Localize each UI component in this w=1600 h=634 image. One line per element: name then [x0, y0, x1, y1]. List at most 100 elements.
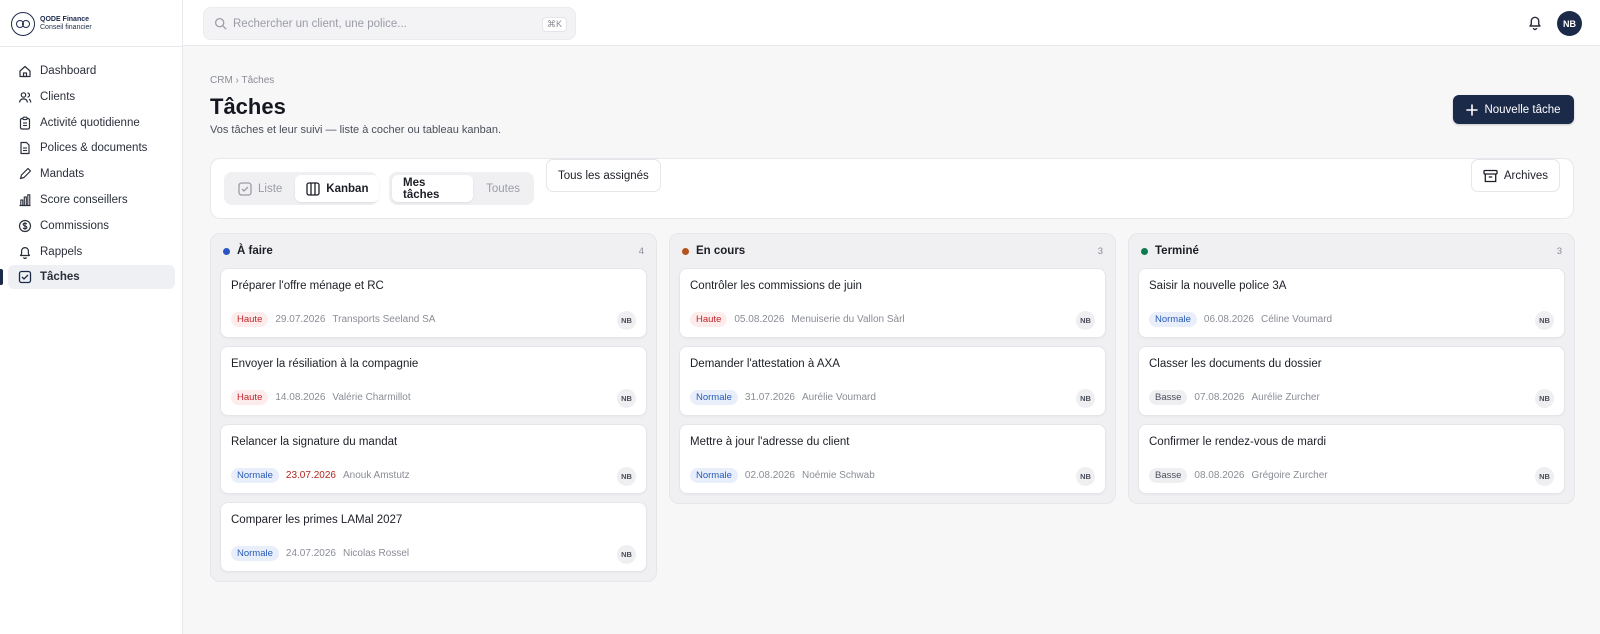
priority-badge: Normale — [690, 390, 738, 405]
task-title: Mettre à jour l'adresse du client — [690, 436, 850, 448]
clipboard-icon — [18, 116, 32, 130]
sidebar-item-label: Score conseillers — [40, 193, 128, 206]
task-title: Envoyer la résiliation à la compagnie — [231, 358, 419, 370]
bell-icon — [18, 245, 32, 259]
sidebar-item-home[interactable]: Dashboard — [8, 59, 175, 83]
brand-name: QODE Finance — [40, 16, 90, 23]
status-dot-icon — [682, 247, 689, 255]
sidebar-item-bar-chart[interactable]: Score conseillers — [8, 188, 175, 212]
sidebar-item-dollar[interactable]: Commissions — [8, 214, 175, 238]
task-card[interactable]: Demander l'attestation à AXA Normale 31.07… — [679, 346, 1106, 416]
archive-box-icon — [1483, 169, 1498, 182]
notifications-bell-icon[interactable] — [1527, 14, 1543, 36]
search-shortcut: ⌘K — [541, 17, 567, 32]
status-dot-icon — [1141, 247, 1148, 255]
client-name: Transports Seeland SA — [332, 314, 436, 325]
column-header: Terminé 3 — [1129, 234, 1574, 268]
page-title: Tâches — [210, 94, 286, 119]
priority-badge: Normale — [231, 546, 279, 561]
task-card[interactable]: Préparer l'offre ménage et RC Haute 29.07.… — [220, 268, 647, 338]
sidebar-item-users[interactable]: Clients — [8, 85, 175, 109]
task-title: Contrôler les commissions de juin — [690, 280, 862, 292]
search-icon — [214, 17, 227, 30]
view-kanban-button[interactable]: Kanban — [295, 175, 380, 202]
assignee-avatar: NB — [1076, 389, 1095, 408]
client-name: Aurélie Voumard — [801, 392, 876, 403]
view-toggle: Liste Kanban — [224, 172, 380, 205]
assignee-avatar: NB — [617, 389, 636, 408]
sidebar-item-checkbox[interactable]: Tâches — [0, 265, 175, 290]
task-card[interactable]: Relancer la signature du mandat Normale 23… — [220, 424, 647, 494]
assignee-avatar: NB — [617, 467, 636, 486]
task-card[interactable]: Confirmer le rendez-vous de mardi Basse 08… — [1138, 424, 1565, 494]
task-title: Comparer les primes LAMal 2027 — [231, 514, 403, 526]
client-name: Céline Voumard — [1260, 314, 1333, 325]
due-date: 31.07.2026 — [744, 392, 795, 403]
scope-mine-button[interactable]: Mes tâches — [392, 175, 474, 202]
new-task-button[interactable]: Nouvelle tâche — [1453, 95, 1574, 124]
priority-badge: Normale — [1149, 312, 1197, 327]
document-icon — [18, 141, 32, 155]
priority-badge: Basse — [1149, 390, 1188, 405]
column-count: 3 — [1556, 245, 1562, 257]
priority-badge: Haute — [231, 390, 269, 405]
sidebar-item-clipboard[interactable]: Activité quotidienne — [8, 111, 175, 135]
task-card[interactable]: Saisir la nouvelle police 3A Normale 06.08… — [1138, 268, 1565, 338]
scope-all-button[interactable]: Toutes — [475, 175, 531, 202]
topbar: Rechercher un client, une police... ⌘K N… — [183, 0, 1600, 46]
priority-badge: Haute — [690, 312, 728, 327]
task-title: Saisir la nouvelle police 3A — [1149, 280, 1287, 292]
kanban-column: À faire 4 Préparer l'offre ménage et RC Hau… — [210, 233, 657, 582]
kanban-column: Terminé 3 Saisir la nouvelle police 3A Norm… — [1128, 233, 1575, 504]
task-card[interactable]: Envoyer la résiliation à la compagnie Hau… — [220, 346, 647, 416]
assignee-avatar: NB — [617, 545, 636, 564]
priority-badge: Basse — [1149, 468, 1188, 483]
archives-label: Archives — [1503, 169, 1548, 182]
column-count: 3 — [1097, 245, 1103, 257]
archives-button[interactable]: Archives — [1470, 159, 1560, 192]
task-card[interactable]: Classer les documents du dossier Basse 07.… — [1138, 346, 1565, 416]
checkbox-icon — [238, 181, 252, 196]
sidebar-item-document[interactable]: Polices & documents — [8, 136, 175, 160]
due-date: 08.08.2026 — [1194, 470, 1245, 481]
sidebar-item-bell[interactable]: Rappels — [8, 240, 175, 264]
sidebar-item-label: Polices & documents — [40, 142, 148, 155]
sidebar-item-label: Clients — [40, 90, 76, 103]
new-task-label: Nouvelle tâche — [1484, 103, 1561, 116]
filter-toolbar: Liste Kanban Mes tâches Toutes Tous les … — [210, 158, 1574, 219]
home-icon — [18, 64, 32, 78]
user-avatar[interactable]: NB — [1557, 11, 1582, 36]
logo-icon — [11, 12, 35, 36]
search-input[interactable]: Rechercher un client, une police... ⌘K — [203, 7, 576, 40]
view-list-button[interactable]: Liste — [227, 175, 293, 202]
sidebar-item-pen[interactable]: Mandats — [8, 162, 175, 186]
kanban-columns-icon — [306, 181, 320, 196]
due-date: 29.07.2026 — [275, 314, 326, 325]
client-name: Anouk Amstutz — [342, 470, 410, 481]
scope-toggle: Mes tâches Toutes — [389, 172, 534, 205]
priority-badge: Normale — [690, 468, 738, 483]
due-date: 14.08.2026 — [275, 392, 326, 403]
brand-logo[interactable]: QODE Finance Conseil financier — [11, 12, 92, 36]
plus-icon — [1466, 103, 1479, 116]
assignee-filter-button[interactable]: Tous les assignés — [546, 159, 661, 192]
view-kanban-label: Kanban — [326, 182, 369, 195]
breadcrumb: CRM › Tâches — [210, 75, 275, 86]
task-card[interactable]: Mettre à jour l'adresse du client Normale… — [679, 424, 1106, 494]
task-card[interactable]: Comparer les primes LAMal 2027 Normale 24.… — [220, 502, 647, 572]
assignee-avatar: NB — [617, 311, 636, 330]
column-title: À faire — [237, 245, 273, 257]
task-title: Confirmer le rendez-vous de mardi — [1149, 436, 1327, 448]
search-placeholder: Rechercher un client, une police... — [233, 17, 407, 30]
sidebar-item-label: Rappels — [40, 245, 83, 258]
client-name: Aurélie Zurcher — [1251, 392, 1320, 403]
sidebar: QODE Finance Conseil financier Dashboard… — [0, 0, 183, 634]
assignee-avatar: NB — [1535, 389, 1554, 408]
column-count: 4 — [638, 245, 644, 257]
dollar-icon — [18, 219, 32, 233]
bar-chart-icon — [18, 193, 32, 207]
sidebar-item-label: Activité quotidienne — [40, 116, 140, 129]
due-date: 06.08.2026 — [1203, 314, 1254, 325]
task-card[interactable]: Contrôler les commissions de juin Haute 05… — [679, 268, 1106, 338]
client-name: Nicolas Rossel — [342, 548, 410, 559]
